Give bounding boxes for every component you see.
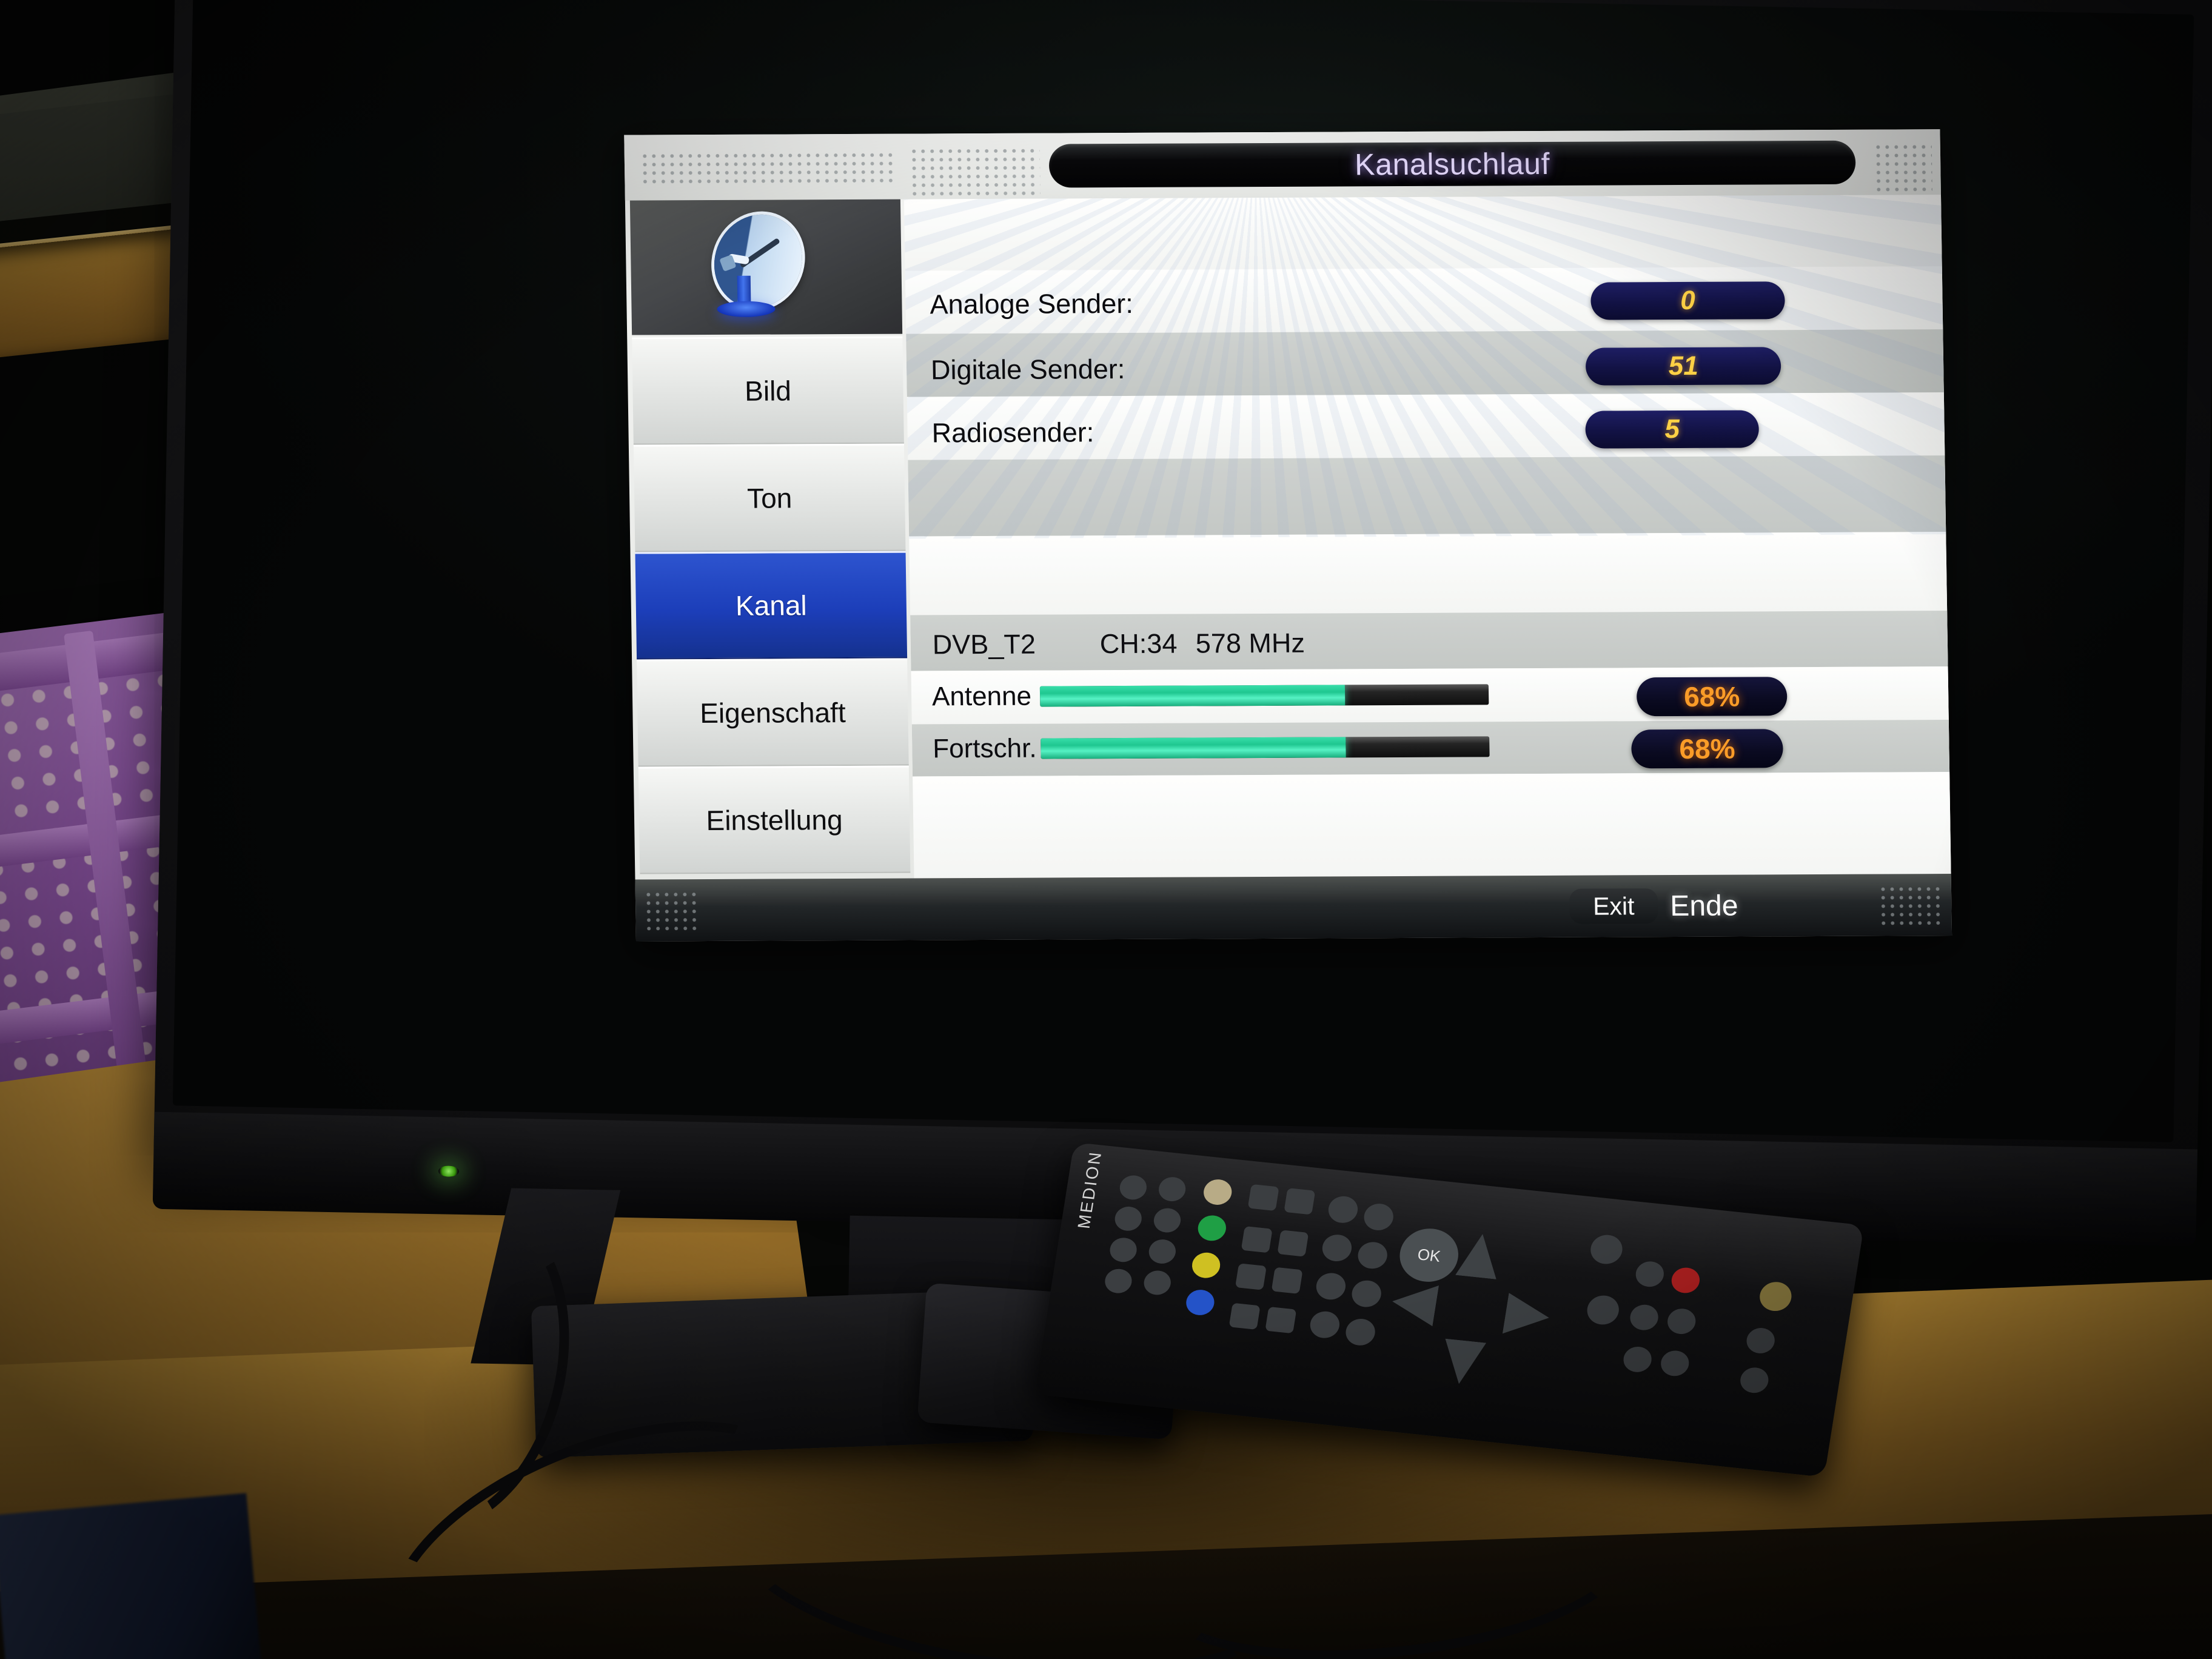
header-texture-mid — [909, 146, 1041, 198]
television: Kanalsuchlauf Bild Ton Kanal Eigenschaft Ein… — [152, 0, 2212, 1366]
dpad-left-icon[interactable] — [1389, 1281, 1439, 1326]
header-texture-right — [1873, 142, 1932, 194]
counter-value: 51 — [1668, 350, 1698, 381]
header-texture-left — [640, 150, 896, 186]
meter-fill — [1039, 685, 1346, 707]
tuner-frequency: 578 MHz — [1195, 627, 1305, 659]
remote-button[interactable] — [1271, 1267, 1303, 1294]
counter-badge: 51 — [1585, 347, 1781, 386]
counter-badge: 0 — [1590, 281, 1785, 320]
dpad-down-icon[interactable] — [1438, 1339, 1486, 1386]
exit-action-label: Ende — [1669, 890, 1738, 922]
content-band — [913, 772, 1951, 879]
sidebar-item-label: Bild — [744, 375, 792, 407]
remote-channel-up[interactable] — [1265, 1306, 1297, 1334]
meter-label: Antenne — [931, 681, 1032, 712]
counter-value: 0 — [1680, 285, 1696, 316]
meter-track — [1041, 736, 1490, 759]
sidebar-item-einstellung[interactable]: Einstellung — [638, 765, 911, 874]
sidebar-icon-panel — [629, 199, 903, 335]
sidebar-item-label: Kanal — [735, 589, 808, 622]
remote-channel-down[interactable] — [1228, 1302, 1261, 1330]
dpad-right-icon[interactable] — [1503, 1293, 1552, 1338]
meter-row-progress: Fortschr. 68% — [912, 721, 1949, 776]
meter-label: Fortschr. — [932, 733, 1037, 764]
content-band — [903, 195, 1942, 271]
osd-sidebar: Bild Ton Kanal Eigenschaft Einstellung — [625, 199, 914, 880]
counter-label: Digitale Sender: — [930, 354, 1125, 386]
content-band — [909, 532, 1948, 615]
counter-badge: 5 — [1585, 410, 1760, 449]
meter-percent-badge: 68% — [1636, 677, 1788, 717]
counter-row-radio: Radiosender: 5 — [907, 400, 1945, 462]
page-title: Kanalsuchlauf — [1354, 146, 1550, 182]
sidebar-item-ton[interactable]: Ton — [633, 443, 906, 552]
exit-button[interactable]: Exit — [1569, 888, 1658, 924]
dpad-up-icon[interactable] — [1455, 1232, 1503, 1279]
blue-cloth — [0, 1493, 263, 1659]
sidebar-item-label: Ton — [746, 482, 793, 514]
meter-percent-badge: 68% — [1631, 729, 1783, 769]
sidebar-item-label: Eigenschaft — [699, 696, 846, 729]
remote-volume-up[interactable] — [1284, 1188, 1316, 1215]
meter-row-antenna: Antenne 68% — [911, 669, 1948, 724]
tuner-standard: DVB_T2 — [932, 628, 1036, 660]
title-pill: Kanalsuchlauf — [1048, 140, 1856, 188]
sidebar-menu-list: Bild Ton Kanal Eigenschaft Einstellung — [632, 336, 911, 874]
counter-label: Analoge Sender: — [930, 287, 1134, 320]
meter-percent-value: 68% — [1683, 680, 1740, 712]
satellite-dish-icon — [703, 200, 828, 322]
remote-button[interactable] — [1235, 1263, 1267, 1290]
remote-dpad[interactable]: OK — [1381, 1225, 1561, 1392]
meter-track — [1039, 684, 1489, 707]
sidebar-item-eigenschaft[interactable]: Eigenschaft — [637, 658, 909, 767]
remote-button[interactable] — [1241, 1226, 1273, 1253]
counter-label: Radiosender: — [931, 417, 1094, 449]
osd-header: Kanalsuchlauf — [624, 129, 1941, 201]
footer-texture-left — [643, 890, 700, 931]
photo-scene: Kanalsuchlauf Bild Ton Kanal Eigenschaft Ein… — [0, 0, 2212, 1659]
osd-footer: Exit Ende — [635, 874, 1952, 942]
meter-percent-value: 68% — [1679, 732, 1735, 765]
remote-volume-down[interactable] — [1247, 1184, 1279, 1212]
osd-content: Analoge Sender: 0 Digitale Sender: 51 Ra… — [903, 195, 1951, 879]
power-led-indicator — [438, 1165, 460, 1177]
counter-row-digital: Digitale Sender: 51 — [906, 337, 1944, 399]
sidebar-item-label: Einstellung — [706, 804, 843, 836]
meter-fill — [1041, 737, 1346, 759]
counter-row-analog: Analoge Sender: 0 — [905, 271, 1943, 333]
dish-base — [717, 301, 776, 317]
sidebar-item-bild[interactable]: Bild — [632, 336, 904, 445]
tuner-channel: CH:34 — [1099, 628, 1178, 660]
content-band — [908, 455, 1946, 537]
tuner-info-line: DVB_T2 CH:34 578 MHz — [910, 613, 1948, 672]
counter-value: 5 — [1664, 414, 1680, 444]
remote-button[interactable] — [1277, 1230, 1309, 1257]
footer-texture-right — [1878, 885, 1942, 925]
dpad-ok-button[interactable]: OK — [1396, 1225, 1463, 1285]
osd-menu: Kanalsuchlauf Bild Ton Kanal Eigenschaft Ein… — [624, 129, 1952, 942]
sidebar-item-kanal[interactable]: Kanal — [635, 551, 908, 660]
